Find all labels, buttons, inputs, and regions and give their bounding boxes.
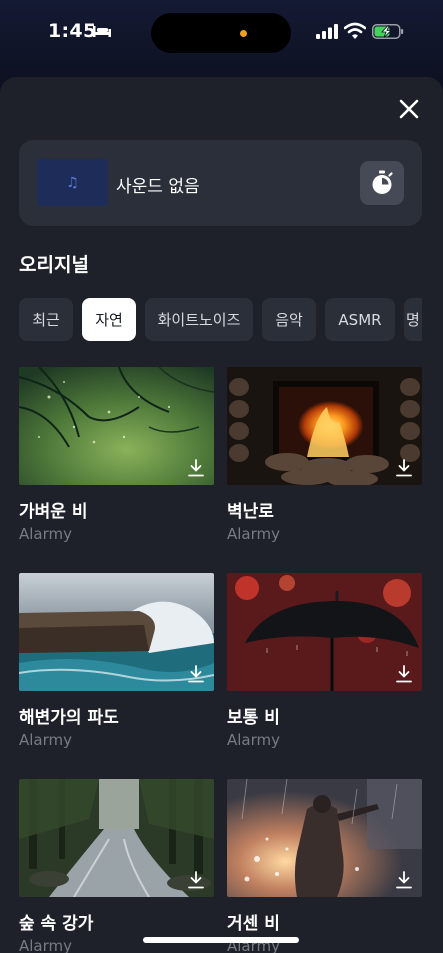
sound-card-forest-river[interactable]: 숲 속 강가 Alarmy [19,779,214,953]
category-tabs: 최근 자연 화이트노이즈 음악 ASMR 명 [19,298,422,341]
download-icon[interactable] [396,459,412,477]
sound-thumbnail [227,367,422,485]
screen: 1:45 ♫ 사운드 없음 오리지널 최근 자연 화이트노이즈 음악 ASMR … [0,0,443,953]
home-indicator[interactable] [143,937,299,943]
sound-title: 벽난로 [227,502,274,522]
sound-subtitle: Alarmy [227,525,281,543]
now-playing-label: 사운드 없음 [116,177,200,197]
dynamic-island [151,13,291,53]
wifi-icon [344,22,366,39]
section-title: 오리지널 [19,254,89,276]
music-note-icon: ♫ [66,174,79,191]
download-icon[interactable] [396,871,412,889]
sound-thumbnail [19,573,214,691]
download-icon[interactable] [188,459,204,477]
cellular-signal-icon [316,24,338,39]
stopwatch-icon [372,170,393,194]
sound-title: 거센 비 [227,914,280,934]
close-icon[interactable] [396,96,422,122]
tab-label: 명 [406,311,420,329]
sound-subtitle: Alarmy [19,937,73,953]
tab-recent[interactable]: 최근 [19,298,73,341]
sound-card-heavy-rain[interactable]: 거센 비 Alarmy [227,779,422,953]
download-icon[interactable] [396,665,412,683]
status-bar: 1:45 [0,0,443,66]
bed-icon [93,26,111,37]
download-icon[interactable] [188,871,204,889]
tab-label: 화이트노이즈 [157,311,241,329]
sound-thumbnail [19,367,214,485]
sound-card-light-rain[interactable]: 가벼운 비 Alarmy [19,367,214,547]
sound-title: 가벼운 비 [19,502,88,522]
sound-thumbnail [227,573,422,691]
now-playing-thumbnail: ♫ [37,159,108,206]
status-time: 1:45 [48,20,97,42]
privacy-indicator [240,30,247,37]
sound-title: 해변가의 파도 [19,708,119,728]
sound-thumbnail [227,779,422,897]
tab-label: 자연 [95,311,123,329]
tab-label: 음악 [275,311,303,329]
sound-title: 숲 속 강가 [19,914,94,934]
sound-title: 보통 비 [227,708,280,728]
sound-subtitle: Alarmy [19,731,73,749]
tab-label: ASMR [338,310,382,329]
sound-subtitle: Alarmy [19,525,73,543]
tab-asmr[interactable]: ASMR [325,298,395,341]
sound-thumbnail [19,779,214,897]
tab-white-noise[interactable]: 화이트노이즈 [145,298,253,341]
download-icon[interactable] [188,665,204,683]
battery-charging-icon [372,24,404,39]
tab-music[interactable]: 음악 [262,298,316,341]
sound-card-fireplace[interactable]: 벽난로 Alarmy [227,367,422,547]
tab-label: 최근 [32,311,60,329]
sound-card-beach-waves[interactable]: 해변가의 파도 Alarmy [19,573,214,753]
tab-nature[interactable]: 자연 [82,298,136,341]
tab-meditation[interactable]: 명 [404,298,422,341]
timer-button[interactable] [360,161,404,205]
sound-subtitle: Alarmy [227,731,281,749]
sound-card-normal-rain[interactable]: 보통 비 Alarmy [227,573,422,753]
